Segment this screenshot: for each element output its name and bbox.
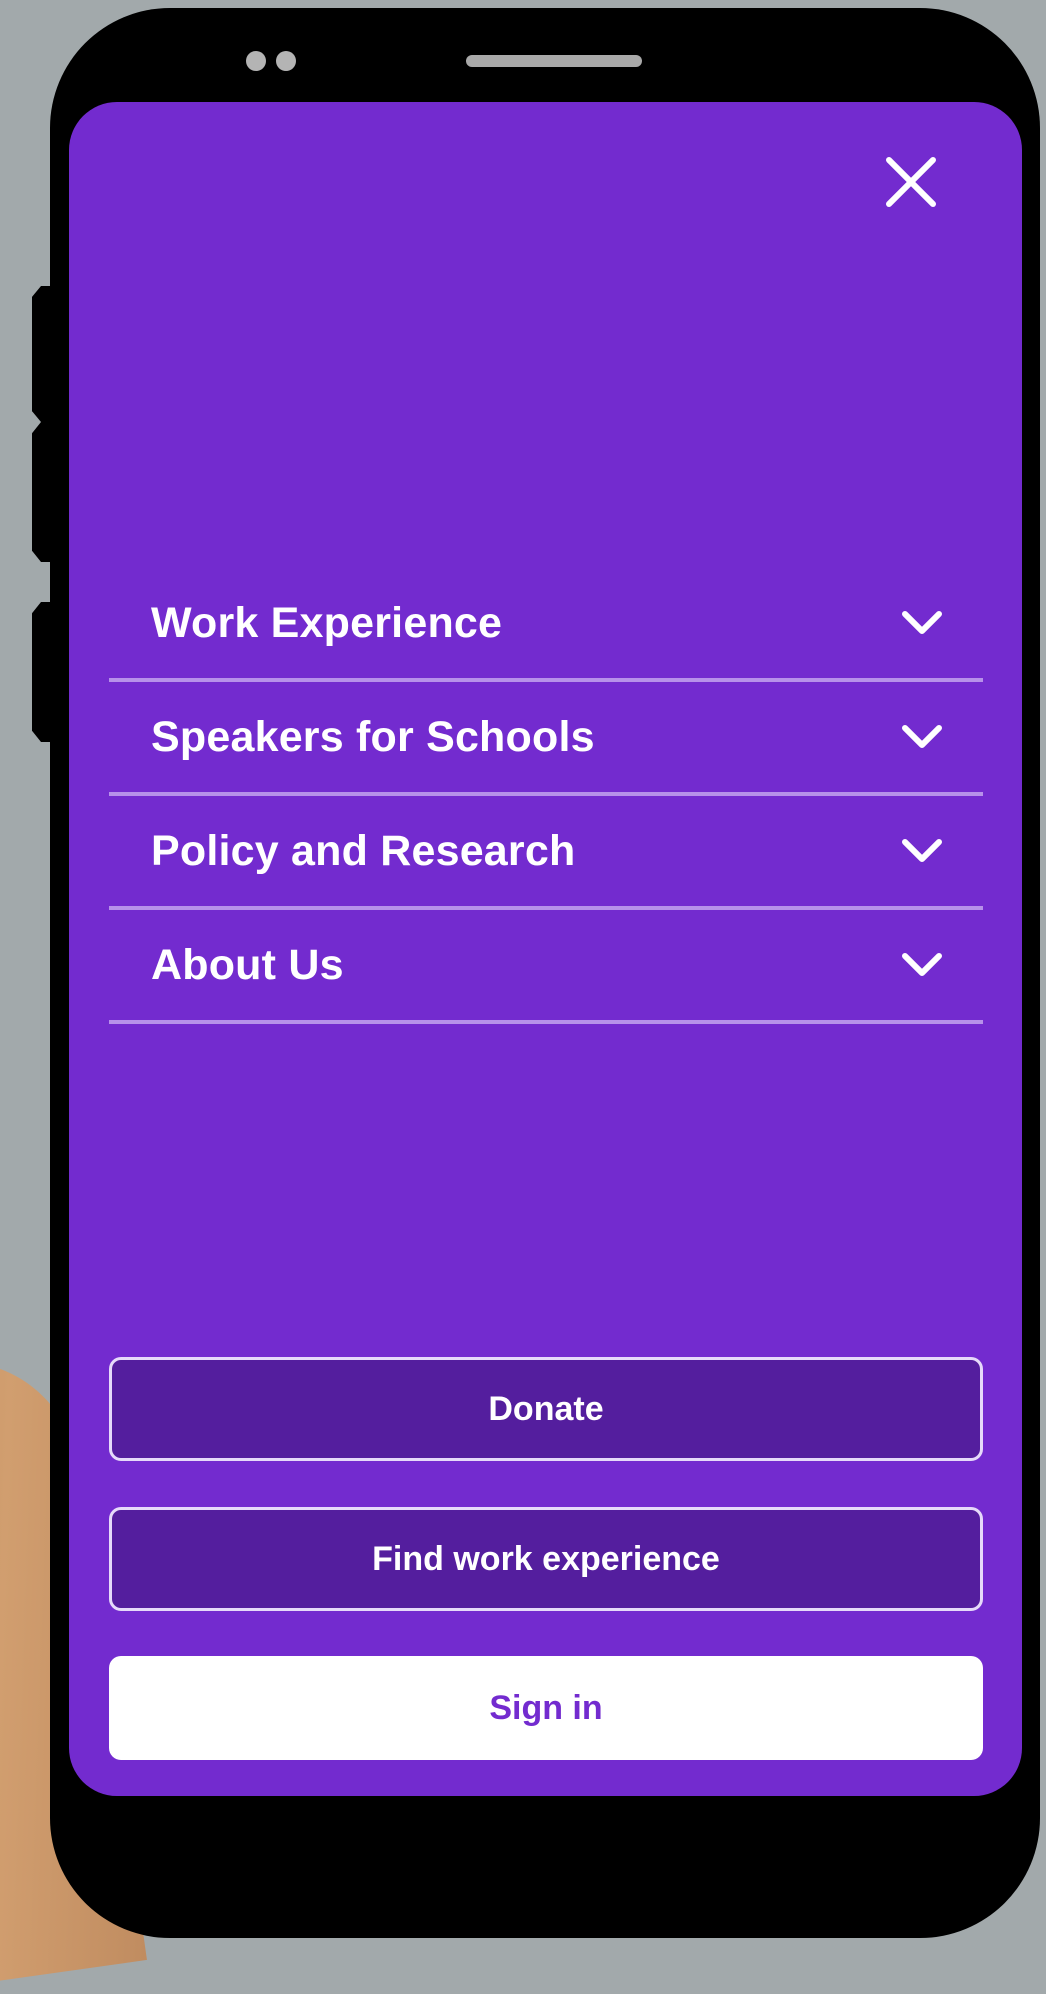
menu-item-label: About Us	[151, 940, 344, 989]
find-work-experience-button[interactable]: Find work experience	[109, 1507, 983, 1611]
phone-speaker	[466, 55, 642, 67]
menu-item-about-us[interactable]: About Us	[109, 910, 983, 1024]
sign-in-button[interactable]: Sign in	[109, 1656, 983, 1760]
nav-menu: Work Experience Speakers for Schools Pol…	[109, 568, 983, 1024]
phone-sensors	[246, 51, 296, 71]
chevron-down-icon	[902, 839, 942, 862]
chevron-down-icon	[902, 725, 942, 748]
chevron-down-icon	[902, 611, 942, 634]
close-icon	[886, 157, 936, 207]
donate-button[interactable]: Donate	[109, 1357, 983, 1461]
menu-item-label: Work Experience	[151, 598, 503, 647]
sensor-dot	[246, 51, 266, 71]
sensor-dot	[276, 51, 296, 71]
menu-item-speakers-for-schools[interactable]: Speakers for Schools	[109, 682, 983, 796]
close-button[interactable]	[881, 152, 941, 212]
menu-item-label: Speakers for Schools	[151, 712, 595, 761]
menu-item-label: Policy and Research	[151, 826, 576, 875]
chevron-down-icon	[902, 953, 942, 976]
menu-item-work-experience[interactable]: Work Experience	[109, 568, 983, 682]
menu-item-policy-and-research[interactable]: Policy and Research	[109, 796, 983, 910]
mobile-menu-screen: Work Experience Speakers for Schools Pol…	[69, 102, 1022, 1796]
